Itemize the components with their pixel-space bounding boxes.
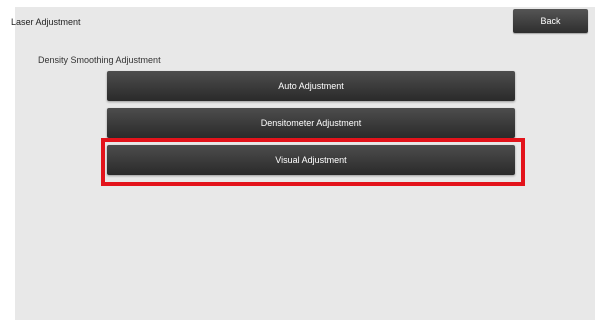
page-title: Laser Adjustment bbox=[11, 17, 81, 27]
section-label: Density Smoothing Adjustment bbox=[38, 55, 161, 65]
visual-adjustment-button[interactable]: Visual Adjustment bbox=[107, 145, 515, 175]
auto-adjustment-button[interactable]: Auto Adjustment bbox=[107, 71, 515, 101]
back-button[interactable]: Back bbox=[513, 9, 588, 33]
densitometer-adjustment-button[interactable]: Densitometer Adjustment bbox=[107, 108, 515, 138]
